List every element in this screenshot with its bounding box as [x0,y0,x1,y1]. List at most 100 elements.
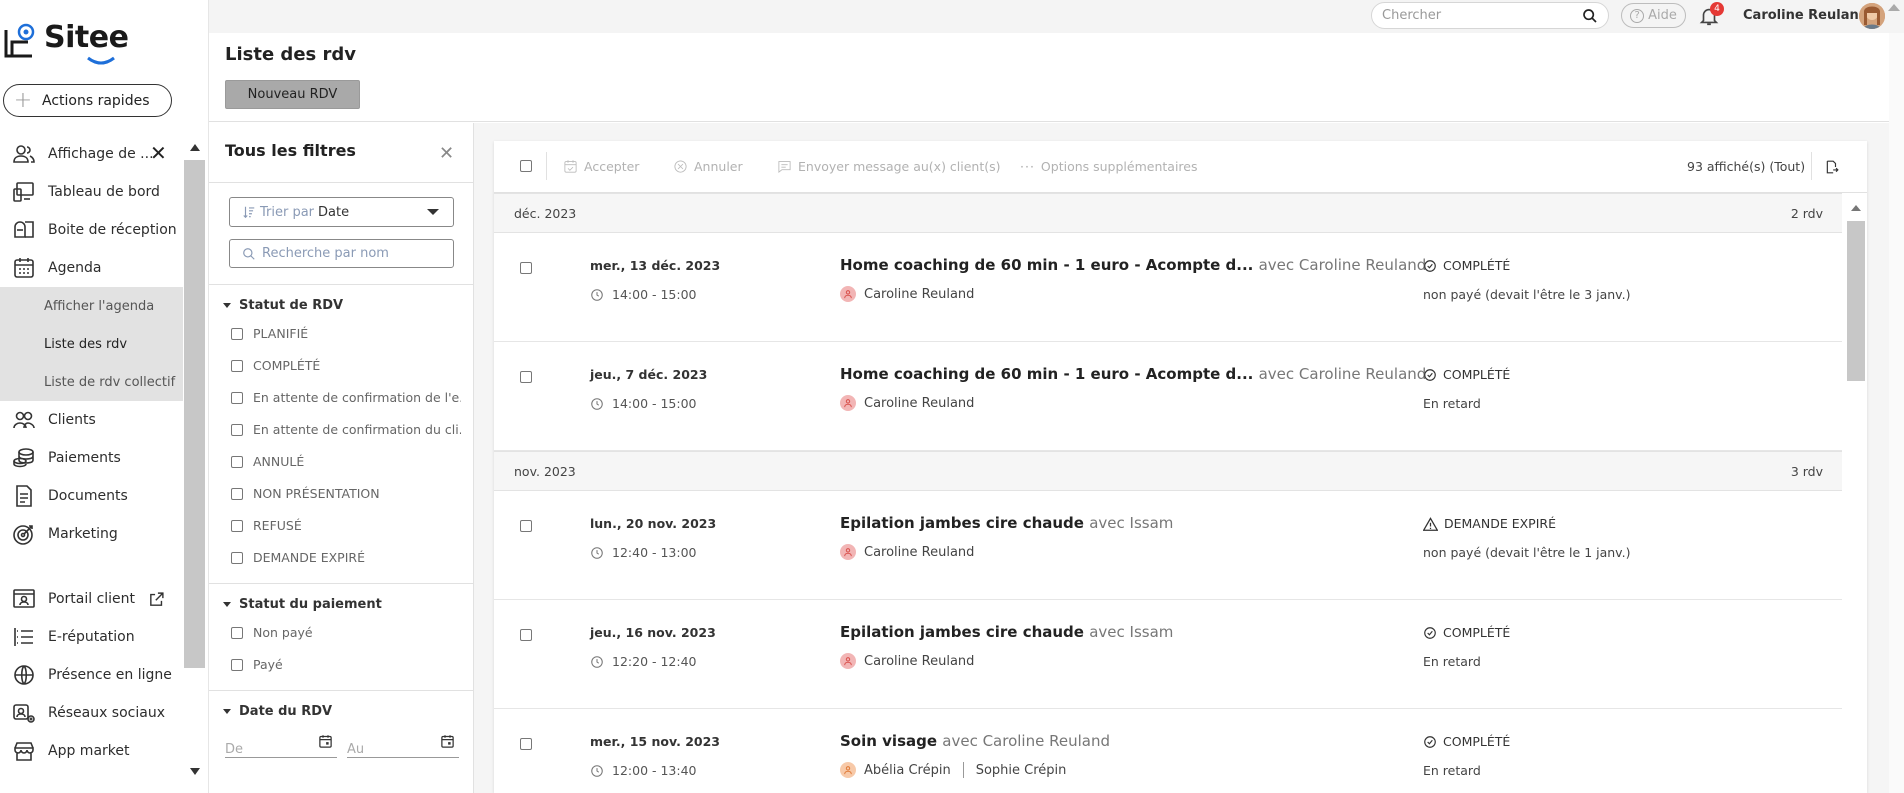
rdv-service[interactable]: Epilation jambes cire chaude avec Issam [840,623,1173,641]
more-options-button[interactable]: ··· Options supplémentaires [1020,159,1197,174]
filter-section-date-rdv[interactable]: Date du RDV [223,704,332,719]
checkbox[interactable] [231,551,243,564]
checkbox[interactable] [231,487,243,500]
filter-option[interactable]: ANNULÉ [231,454,461,469]
accept-button[interactable]: Accepter [563,159,639,174]
scroll-up-icon[interactable] [190,144,200,151]
sidebar-item-boite-de-reception[interactable]: Boite de réception [0,211,183,249]
page-scroll-up-icon[interactable] [1888,4,1900,11]
scroll-down-icon[interactable] [190,768,200,775]
target-icon [0,522,48,546]
avatar[interactable] [1859,3,1885,29]
new-rdv-button[interactable]: Nouveau RDV [225,80,360,109]
sidebar-item-portail-client[interactable]: Portail client [0,580,183,618]
sidebar-subitem-liste-rdv-collectif[interactable]: Liste de rdv collectif [0,363,183,401]
service-name: Epilation jambes cire chaude [840,623,1084,641]
scroll-up-icon[interactable] [1851,205,1861,211]
search-icon[interactable] [1582,8,1598,24]
rdv-service[interactable]: Soin visage avec Caroline Reuland [840,732,1110,750]
list-scrollbar[interactable] [1845,199,1865,793]
close-filters-icon[interactable]: ✕ [439,143,454,164]
checkbox[interactable] [231,626,243,639]
notifications-button[interactable]: 4 [1698,2,1724,27]
filter-option-label: NON PRÉSENTATION [253,486,380,501]
calendar-icon[interactable] [440,734,455,749]
status-badge: COMPLÉTÉ [1423,258,1510,273]
table-row[interactable]: jeu., 7 déc. 2023 14:00 - 15:00 Home coa… [494,342,1842,451]
rdv-service[interactable]: Epilation jambes cire chaude avec Issam [840,514,1173,532]
user-name[interactable]: Caroline Reuland [1743,8,1868,23]
list-scroll-thumb[interactable] [1847,221,1865,381]
filter-option[interactable]: DEMANDE EXPIRÉ [231,550,461,565]
filter-option-label: COMPLÉTÉ [253,358,321,373]
date-from-placeholder: De [225,742,244,757]
row-checkbox[interactable] [520,520,532,532]
row-checkbox[interactable] [520,738,532,750]
sidebar-item-reseaux-sociaux[interactable]: Réseaux sociaux [0,694,183,732]
select-all-checkbox[interactable] [520,160,532,172]
globe-icon [0,663,48,687]
filter-option[interactable]: REFUSÉ [231,518,461,533]
row-checkbox[interactable] [520,371,532,383]
table-row[interactable]: mer., 13 déc. 2023 14:00 - 15:00 Home co… [494,233,1842,342]
sidebar-item-agenda[interactable]: Agenda [0,249,183,287]
filter-section-statut-paiement[interactable]: Statut du paiement [223,597,382,612]
sidebar-item-paiements[interactable]: Paiements [0,439,183,477]
filter-option[interactable]: Payé [231,657,461,672]
sidebar-item-clients[interactable]: Clients [0,401,183,439]
page-scrollbar[interactable] [1889,33,1904,793]
quick-actions-label: Actions rapides [42,92,150,109]
sidebar-item-label: Documents [48,488,128,504]
sidebar-item-e-reputation[interactable]: E-réputation [0,618,183,656]
filter-option[interactable]: En attente de confirmation du cli... [231,422,461,437]
checkbox[interactable] [231,327,243,340]
sidebar-item-tableau-de-bord[interactable]: Tableau de bord [0,173,183,211]
sidebar-subitem-afficher-agenda[interactable]: Afficher l'agenda [0,287,183,325]
rdv-client[interactable]: Caroline Reuland [840,286,974,302]
rdv-service[interactable]: Home coaching de 60 min - 1 euro - Acomp… [840,256,1426,274]
sort-select[interactable]: Trier par Date [229,197,454,227]
checkbox[interactable] [231,455,243,468]
row-checkbox[interactable] [520,629,532,641]
help-button[interactable]: ? Aide [1621,3,1686,28]
filter-option[interactable]: NON PRÉSENTATION [231,486,461,501]
sidebar-item-documents[interactable]: Documents [0,477,183,515]
cancel-button[interactable]: Annuler [673,159,743,174]
sidebar-item-presence-en-ligne[interactable]: Présence en ligne [0,656,183,694]
table-row[interactable]: mer., 15 nov. 2023 12:00 - 13:40 Soin vi… [494,709,1842,793]
filter-option[interactable]: Non payé [231,625,461,640]
global-search-input[interactable]: Chercher [1371,2,1609,29]
rdv-service[interactable]: Home coaching de 60 min - 1 euro - Acomp… [840,365,1426,383]
close-icon[interactable]: ✕ [150,141,167,165]
rdv-client[interactable]: Abélia Crépin Sophie Crépin [840,762,1066,778]
sidebar-item-marketing[interactable]: Marketing [0,515,183,553]
checkbox[interactable] [231,658,243,671]
sidebar-scrollbar[interactable] [183,138,206,782]
rdv-client[interactable]: Caroline Reuland [840,395,974,411]
sidebar-item-affichage[interactable]: Affichage de ... ✕ [0,135,183,173]
export-icon[interactable] [1825,159,1839,179]
calendar-icon[interactable] [318,734,333,749]
filter-option[interactable]: En attente de confirmation de l'e... [231,390,461,405]
rdv-client[interactable]: Caroline Reuland [840,544,974,560]
checkbox[interactable] [231,519,243,532]
checkbox[interactable] [231,391,243,404]
sidebar-subitem-liste-rdv[interactable]: Liste des rdv [0,325,183,363]
row-checkbox[interactable] [520,262,532,274]
name-search-input[interactable]: Recherche par nom [229,239,454,268]
table-row[interactable]: jeu., 16 nov. 2023 12:20 - 12:40 Epilati… [494,600,1842,709]
filter-section-statut-rdv[interactable]: Statut de RDV [223,298,343,313]
rdv-client[interactable]: Caroline Reuland [840,653,974,669]
sitee-logo[interactable]: Sitee [0,18,140,65]
sidebar-item-app-market[interactable]: App market [0,732,183,770]
sidebar-scroll-thumb[interactable] [184,160,205,668]
checkbox[interactable] [231,359,243,372]
date-to-input[interactable]: Au [347,728,459,758]
filter-option[interactable]: COMPLÉTÉ [231,358,461,373]
send-message-button[interactable]: Envoyer message au(x) client(s) [777,159,1001,174]
table-row[interactable]: lun., 20 nov. 2023 12:40 - 13:00 Epilati… [494,491,1842,600]
filter-option[interactable]: PLANIFIÉ [231,326,461,341]
date-from-input[interactable]: De [225,728,337,758]
checkbox[interactable] [231,423,243,436]
quick-actions-button[interactable]: + Actions rapides [3,84,172,117]
